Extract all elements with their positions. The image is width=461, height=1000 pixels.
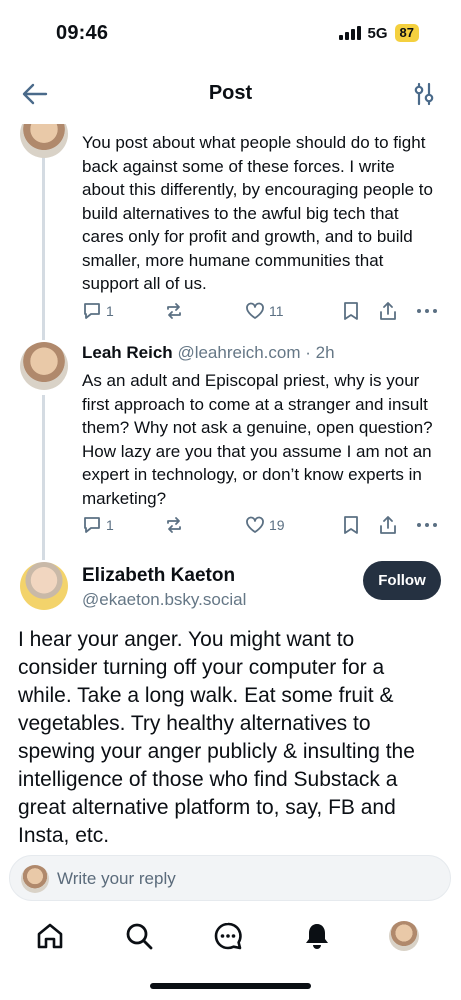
more-icon [417, 523, 437, 527]
bookmark-button[interactable] [342, 515, 360, 535]
profile-avatar [389, 921, 419, 951]
bookmark-icon [344, 516, 358, 534]
like-button[interactable]: 19 [245, 515, 285, 535]
repost-button[interactable] [164, 301, 184, 321]
repost-icon [167, 517, 181, 533]
avatar [21, 865, 49, 893]
avatar[interactable] [20, 342, 68, 390]
thread-line [42, 150, 45, 340]
status-indicators: 5G 87 [338, 24, 419, 42]
heart-icon [246, 516, 264, 533]
tab-bar [0, 908, 461, 968]
repost-icon [167, 303, 181, 319]
reply-count: 1 [106, 517, 114, 533]
reply-button[interactable]: 1 [82, 301, 114, 321]
post-text: You post about what people should do to … [82, 133, 433, 293]
bell-icon [306, 924, 328, 949]
bookmark-icon [344, 302, 358, 320]
share-button[interactable] [378, 515, 398, 535]
avatar[interactable] [20, 562, 68, 610]
tab-notifications[interactable] [299, 918, 335, 954]
reply-input[interactable]: Write your reply [9, 855, 451, 901]
author-name[interactable]: Elizabeth Kaeton [82, 565, 235, 587]
reply-placeholder: Write your reply [57, 869, 176, 888]
chat-icon [214, 922, 242, 950]
search-icon [126, 923, 153, 950]
tab-profile[interactable] [386, 918, 422, 954]
post-actions: 1 19 [82, 515, 438, 539]
reply-count: 1 [106, 303, 114, 319]
reply-icon [84, 303, 100, 319]
like-count: 19 [269, 517, 285, 533]
share-button[interactable] [378, 301, 398, 321]
status-time: 09:46 [56, 22, 109, 44]
reply-button[interactable]: 1 [82, 515, 114, 535]
share-icon [380, 302, 396, 320]
more-icon [417, 309, 437, 313]
author-handle[interactable]: @leahreich.com [177, 343, 300, 362]
tab-home[interactable] [32, 918, 68, 954]
post-header: Leah Reich @leahreich.com · 2h [82, 343, 335, 363]
battery-level: 87 [394, 24, 419, 42]
like-count: 11 [269, 303, 284, 319]
network-type: 5G [367, 24, 388, 42]
share-icon [380, 516, 396, 534]
thread-line [42, 395, 45, 560]
reply-icon [84, 517, 100, 533]
home-icon [37, 923, 63, 949]
post-actions: 1 11 [82, 301, 438, 325]
status-bar: 09:46 5G 87 [0, 0, 461, 62]
repost-button[interactable] [164, 515, 184, 535]
tab-search[interactable] [121, 918, 157, 954]
header: Post [0, 62, 461, 124]
heart-icon [246, 302, 264, 319]
post-time: · 2h [305, 343, 335, 362]
author-name[interactable]: Leah Reich [82, 343, 173, 362]
post-text: As an adult and Episcopal priest, why is… [82, 371, 433, 508]
more-button[interactable] [416, 515, 438, 535]
main-post-text: I hear your anger. You might want to con… [18, 628, 415, 847]
sliders-icon[interactable] [413, 82, 435, 106]
tab-chat[interactable] [210, 918, 246, 954]
author-handle[interactable]: @ekaeton.bsky.social [82, 590, 246, 610]
page-title: Post [208, 82, 253, 104]
follow-button[interactable]: Follow [363, 561, 441, 600]
more-button[interactable] [416, 301, 438, 321]
like-button[interactable]: 11 [245, 301, 284, 321]
home-indicator [150, 983, 311, 989]
bookmark-button[interactable] [342, 301, 360, 321]
signal-icon [338, 26, 361, 40]
